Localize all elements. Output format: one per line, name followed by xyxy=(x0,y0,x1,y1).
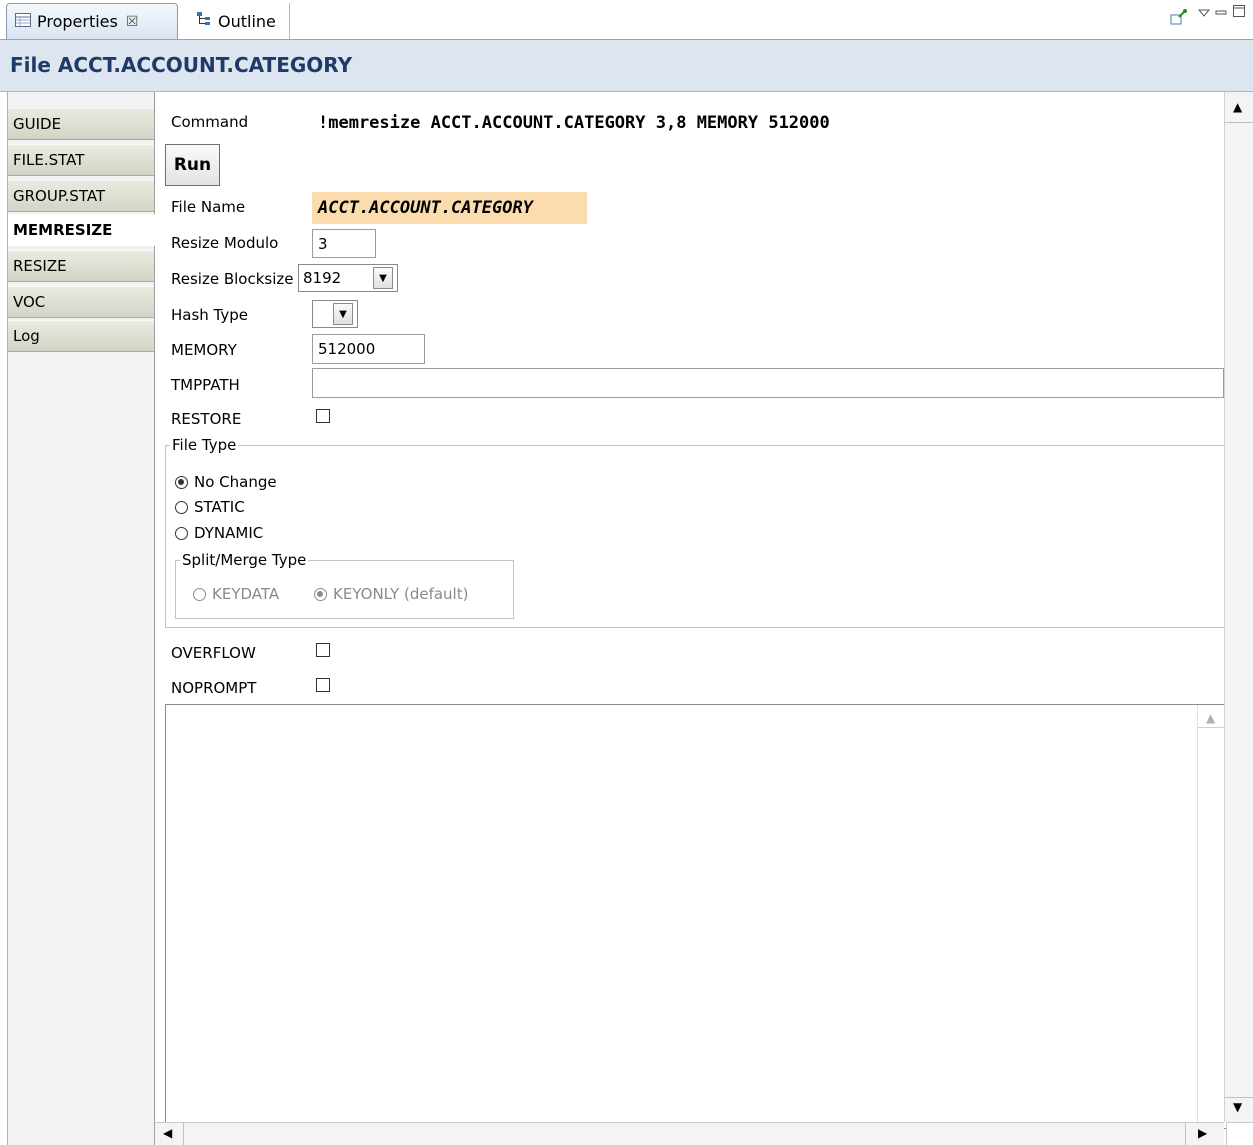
sidebar-item-label: GUIDE xyxy=(13,115,62,133)
sidebar-item-memresize[interactable]: MEMRESIZE xyxy=(8,214,156,246)
sidebar-item-label: MEMRESIZE xyxy=(13,221,113,239)
file-name-value: ACCT.ACCOUNT.CATEGORY xyxy=(312,192,587,224)
scroll-down-icon[interactable]: ▼ xyxy=(1233,1100,1242,1114)
properties-table-icon xyxy=(15,12,31,31)
horizontal-scrollbar[interactable]: ◀ ▶ xyxy=(155,1122,1224,1145)
sidebar-item-label: VOC xyxy=(13,293,46,311)
sidebar-item-group-stat[interactable]: GROUP.STAT xyxy=(8,180,154,212)
radio-keydata[interactable]: KEYDATA xyxy=(193,585,279,603)
scroll-right-icon[interactable]: ▶ xyxy=(1198,1126,1207,1140)
noprompt-checkbox[interactable] xyxy=(316,678,330,692)
sidebar-item-guide[interactable]: GUIDE xyxy=(8,108,154,140)
tmppath-label: TMPPATH xyxy=(171,376,240,394)
chevron-down-icon[interactable]: ▼ xyxy=(333,303,353,325)
radio-label: DYNAMIC xyxy=(194,524,264,542)
radio-selected-icon xyxy=(175,475,188,489)
restore-checkbox[interactable] xyxy=(316,409,330,423)
radio-label: KEYONLY (default) xyxy=(333,585,469,603)
resize-modulo-input[interactable]: 3 xyxy=(312,229,376,258)
hash-type-select[interactable]: ▼ xyxy=(312,300,358,328)
hash-type-label: Hash Type xyxy=(171,306,249,324)
sidebar-item-log[interactable]: Log xyxy=(8,320,154,352)
sidebar-item-label: GROUP.STAT xyxy=(13,187,106,205)
tab-outline[interactable]: Outline xyxy=(178,3,290,39)
radio-label: STATIC xyxy=(194,498,245,516)
resize-blocksize-select[interactable]: 8192 ▼ xyxy=(298,264,398,292)
radio-icon xyxy=(193,587,206,601)
radio-no-change[interactable]: No Change xyxy=(175,473,277,491)
radio-static[interactable]: STATIC xyxy=(175,498,245,516)
sidebar-item-label: RESIZE xyxy=(13,257,67,275)
command-value: !memresize ACCT.ACCOUNT.CATEGORY 3,8 MEM… xyxy=(318,113,830,133)
outline-icon xyxy=(196,11,212,31)
radio-icon xyxy=(175,526,188,540)
view-menu-icon[interactable] xyxy=(1197,5,1211,23)
resize-blocksize-value: 8192 xyxy=(303,269,342,287)
sidebar-item-resize[interactable]: RESIZE xyxy=(8,250,154,282)
tab-properties-label: Properties xyxy=(37,12,118,31)
close-icon[interactable]: ☒ xyxy=(126,14,139,30)
radio-keyonly[interactable]: KEYONLY (default) xyxy=(314,585,468,603)
sidebar-item-label: Log xyxy=(13,327,40,345)
resize-blocksize-label: Resize Blocksize xyxy=(171,270,294,288)
restore-label: RESTORE xyxy=(171,410,242,428)
file-name-label: File Name xyxy=(171,198,246,216)
split-merge-legend: Split/Merge Type xyxy=(182,551,307,569)
scroll-up-icon[interactable]: ▲ xyxy=(1206,711,1215,725)
left-border xyxy=(0,92,8,1145)
sidebar-item-label: FILE.STAT xyxy=(13,151,85,169)
overflow-checkbox[interactable] xyxy=(316,643,330,657)
overflow-label: OVERFLOW xyxy=(171,644,256,662)
resize-modulo-label: Resize Modulo xyxy=(171,234,279,252)
output-scrollbar[interactable]: ▲ xyxy=(1197,705,1227,1128)
view-title-bar: File ACCT.ACCOUNT.CATEGORY xyxy=(0,40,1253,92)
sidebar: GUIDE FILE.STAT GROUP.STAT MEMRESIZE RES… xyxy=(8,92,156,1145)
radio-icon xyxy=(175,500,188,514)
radio-label: No Change xyxy=(194,473,277,491)
noprompt-label: NOPROMPT xyxy=(171,679,257,697)
minimize-icon[interactable] xyxy=(1214,5,1228,23)
scroll-corner xyxy=(1226,1122,1253,1145)
tmppath-input[interactable] xyxy=(312,368,1224,398)
tab-outline-label: Outline xyxy=(218,11,276,31)
radio-label: KEYDATA xyxy=(212,585,280,603)
radio-selected-icon xyxy=(314,587,327,601)
maximize-icon[interactable] xyxy=(1232,3,1246,23)
file-type-legend: File Type xyxy=(172,436,237,454)
main-vertical-scrollbar[interactable]: ▲ ▼ xyxy=(1224,92,1253,1122)
pin-icon[interactable] xyxy=(1170,8,1188,30)
command-label: Command xyxy=(171,113,249,131)
scroll-left-icon[interactable]: ◀ xyxy=(163,1126,172,1140)
radio-dynamic[interactable]: DYNAMIC xyxy=(175,524,263,542)
run-button[interactable]: Run xyxy=(165,144,220,186)
output-textarea[interactable] xyxy=(165,704,1227,1129)
tab-properties[interactable]: Properties ☒ xyxy=(6,3,178,39)
chevron-down-icon[interactable]: ▼ xyxy=(373,267,393,289)
scroll-up-icon[interactable]: ▲ xyxy=(1233,100,1242,114)
memory-label: MEMORY xyxy=(171,341,237,359)
memory-input[interactable]: 512000 xyxy=(312,334,425,364)
sidebar-item-file-stat[interactable]: FILE.STAT xyxy=(8,144,154,176)
sidebar-item-voc[interactable]: VOC xyxy=(8,286,154,318)
page-title: File ACCT.ACCOUNT.CATEGORY xyxy=(10,53,353,77)
